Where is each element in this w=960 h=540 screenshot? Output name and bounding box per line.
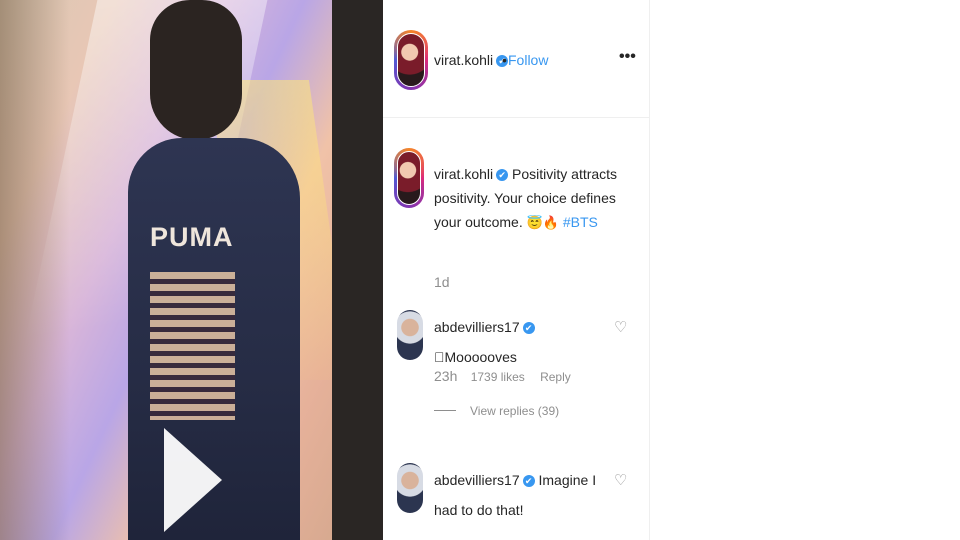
commenter-avatar[interactable] <box>397 463 423 513</box>
avatar[interactable] <box>394 148 424 208</box>
verified-badge-icon: ✔ <box>496 169 509 181</box>
follow-button[interactable]: Follow <box>508 52 548 68</box>
commenter-username[interactable]: abdevilliers17 <box>434 472 520 488</box>
background-shadow <box>0 0 70 540</box>
verified-badge-icon: ✔ <box>522 475 535 487</box>
caption-username[interactable]: virat.kohli <box>434 166 493 182</box>
person-head <box>150 0 242 140</box>
comment-time: 23h <box>434 368 458 384</box>
post-info-panel: virat.kohli ✔ • Follow ••• virat.kohli ✔ P… <box>383 0 650 540</box>
jersey-number <box>150 272 235 420</box>
commenter-avatar[interactable] <box>397 310 423 360</box>
comment-meta: 23h 1739 likes Reply <box>434 368 571 384</box>
caption-text-block: virat.kohli ✔ Positivity attracts positiv… <box>434 162 634 235</box>
play-icon[interactable] <box>164 428 222 532</box>
verified-badge-icon: ✔ <box>522 322 535 334</box>
comment-likes[interactable]: 1739 likes <box>471 370 525 384</box>
separator-dot: • <box>502 52 507 68</box>
view-replies-label[interactable]: View replies (39) <box>470 404 559 418</box>
post-header: virat.kohli ✔ • Follow ••• <box>383 0 649 118</box>
background-wall <box>332 0 383 540</box>
like-heart-icon[interactable]: ♡ <box>614 318 627 336</box>
commenter-username[interactable]: abdevilliers17 <box>434 319 520 335</box>
comment-text-block: abdevilliers17 ✔ Imagine I had to do that… <box>434 465 614 525</box>
avatar[interactable] <box>394 30 428 90</box>
more-options-icon[interactable]: ••• <box>619 48 636 66</box>
comment-text:  Moooooves <box>434 349 517 365</box>
caption-emoji: 😇🔥 <box>526 215 559 230</box>
jersey-brand-text: PUMA <box>150 222 234 252</box>
view-replies-link[interactable]: View replies (39) <box>434 404 559 418</box>
comment-text-block: abdevilliers17 ✔  Moooooves <box>434 312 614 372</box>
username[interactable]: virat.kohli ✔ <box>434 52 509 68</box>
post-timestamp: 1d <box>434 274 450 290</box>
post-video[interactable]: PUMA <box>0 0 383 540</box>
username-text[interactable]: virat.kohli <box>434 52 493 68</box>
like-heart-icon[interactable]: ♡ <box>614 471 627 489</box>
reply-button[interactable]: Reply <box>540 370 571 384</box>
replies-divider <box>434 410 456 411</box>
hashtag-link[interactable]: #BTS <box>563 214 598 230</box>
